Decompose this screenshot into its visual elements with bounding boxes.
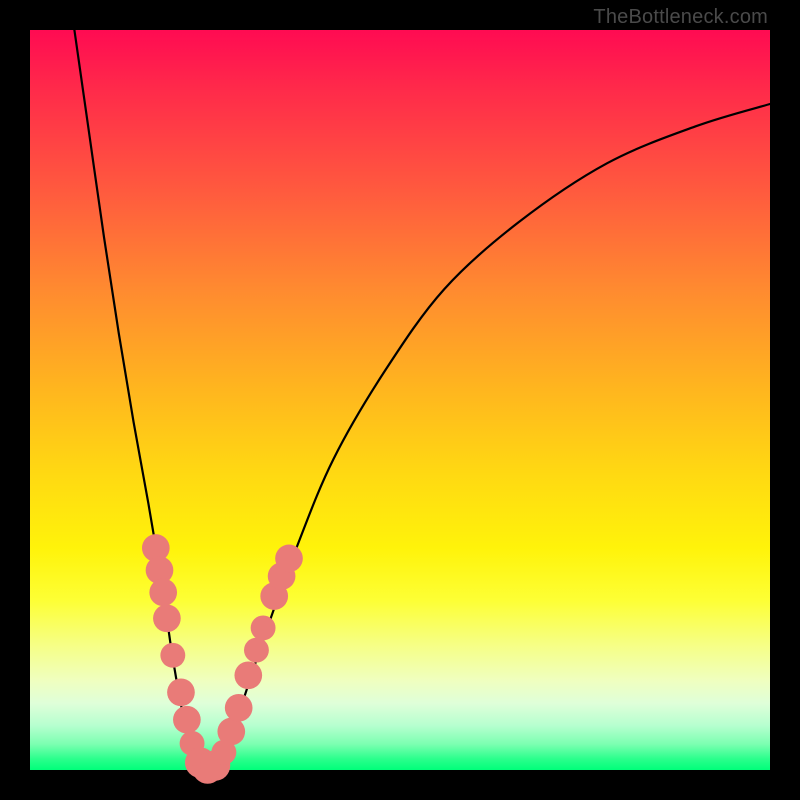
curve-marker: [160, 643, 185, 668]
plot-area: [30, 30, 770, 770]
curve-marker: [153, 604, 181, 632]
curve-marker: [275, 545, 303, 573]
curve-markers: [142, 534, 303, 784]
watermark-text: TheBottleneck.com: [593, 6, 768, 29]
curve-marker: [173, 706, 201, 734]
curve-marker: [225, 694, 253, 722]
curve-marker: [251, 615, 276, 640]
curve-marker: [167, 678, 195, 706]
curve-marker: [244, 638, 269, 663]
curve-marker: [217, 718, 245, 746]
curve-marker: [149, 579, 177, 607]
curve-marker: [234, 661, 262, 689]
chart-svg: [30, 30, 770, 770]
chart-frame: TheBottleneck.com: [0, 0, 800, 800]
